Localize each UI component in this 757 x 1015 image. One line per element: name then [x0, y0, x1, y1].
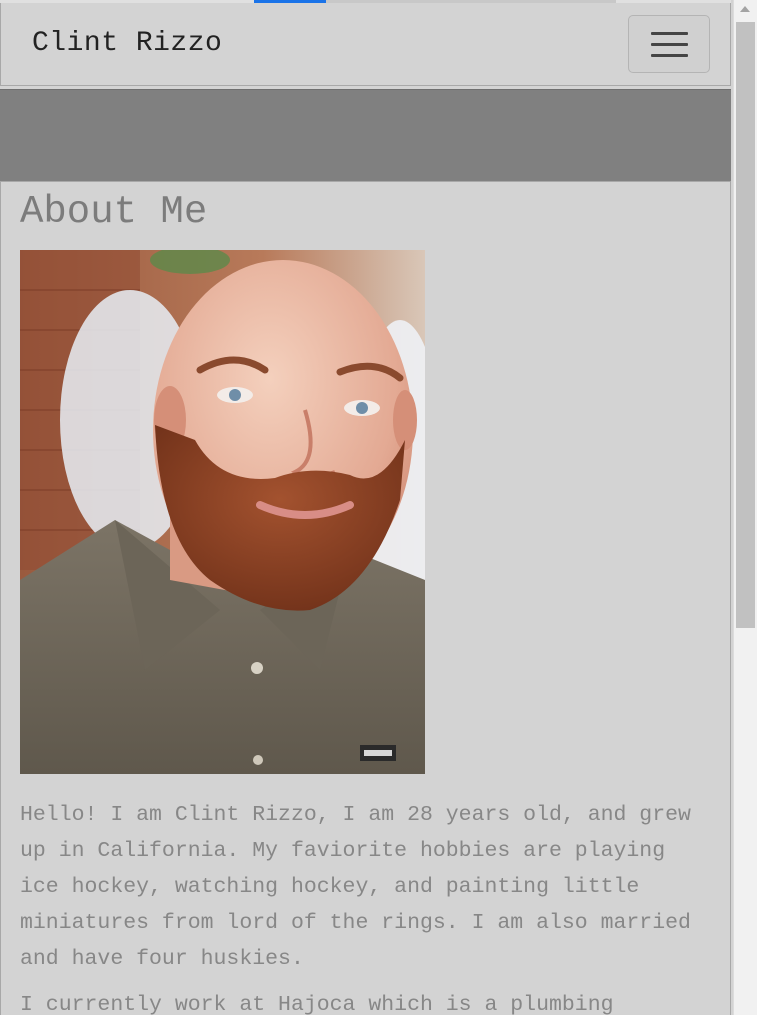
page-title: About Me — [20, 190, 208, 234]
navbar: Clint Rizzo — [0, 3, 731, 86]
about-section: About Me Hello! I am Clint Rizzo, I am 2… — [0, 181, 731, 1015]
scrollbar-thumb[interactable] — [736, 22, 755, 628]
brand-link[interactable]: Clint Rizzo — [32, 28, 222, 59]
navbar-toggle-button[interactable] — [628, 15, 710, 73]
banner — [0, 89, 731, 181]
about-paragraph: I currently work at Hajoca which is a pl… — [20, 993, 614, 1015]
page: Clint Rizzo About Me Hello! I am Clint R… — [0, 0, 731, 1015]
about-paragraph: Hello! I am Clint Rizzo, I am 28 years o… — [20, 803, 691, 971]
vertical-scrollbar[interactable] — [733, 0, 757, 1015]
profile-photo — [20, 250, 425, 774]
scroll-up-arrow-icon[interactable] — [740, 6, 750, 12]
